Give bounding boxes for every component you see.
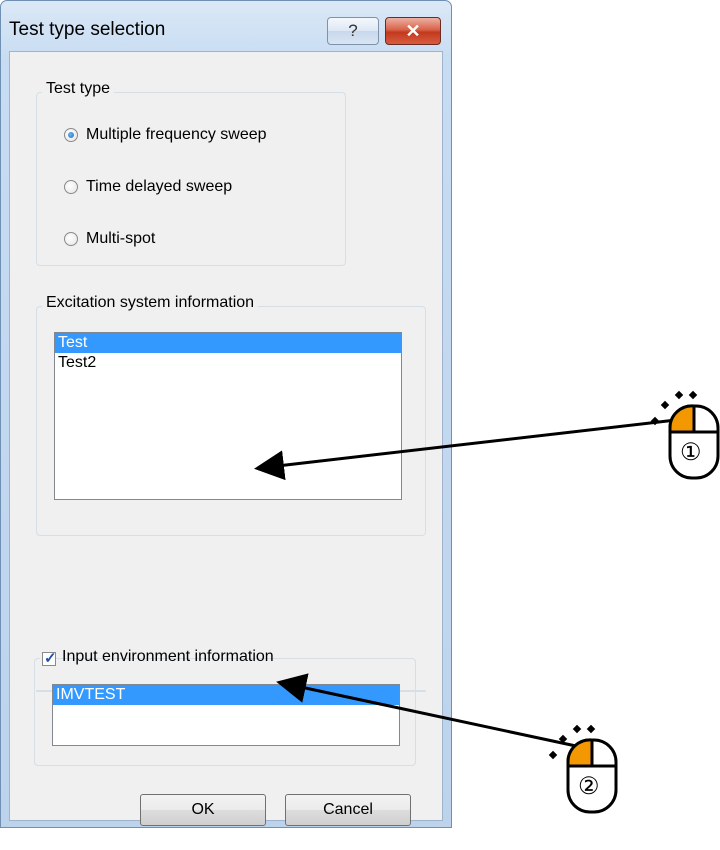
- arrow-to-input-env: [254, 418, 677, 481]
- arrow-to-imvtest: [276, 673, 577, 748]
- mouse-click-icon-2: ②: [548, 720, 618, 814]
- mouse-click-icon-1: ①: [650, 386, 720, 480]
- step-number-1: ①: [680, 439, 702, 466]
- step-number-2: ②: [578, 773, 600, 800]
